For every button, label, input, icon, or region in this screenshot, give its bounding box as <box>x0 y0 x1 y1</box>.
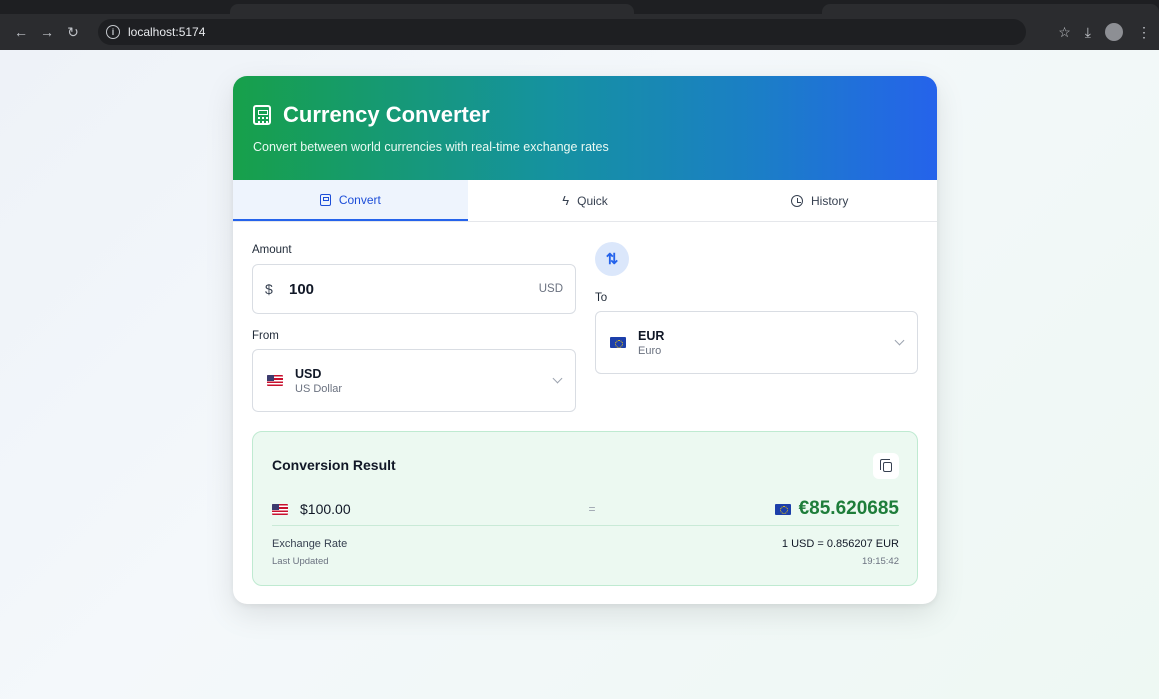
tab-history[interactable]: History <box>702 180 937 221</box>
tab-bar: Convert ϟ Quick History <box>233 180 937 222</box>
calculator-icon <box>319 193 331 206</box>
last-updated-value: 19:15:42 <box>862 556 899 567</box>
swap-arrows-icon: ⇅ <box>605 251 619 268</box>
chevron-down-icon <box>894 335 905 346</box>
swap-button[interactable]: ⇅ <box>595 242 629 276</box>
equals-sign: = <box>588 502 596 516</box>
browser-chrome: ← → ↻ i localhost:5174 ☆ ⤓ ⋮ <box>0 0 1159 50</box>
profile-avatar[interactable] <box>1105 23 1123 41</box>
last-updated-label: Last Updated <box>272 556 329 567</box>
conversion-result-panel: Conversion Result $100.00 = €85.620685 E… <box>252 431 918 586</box>
from-currency-select[interactable]: USD US Dollar <box>252 349 576 412</box>
copy-icon <box>879 459 892 472</box>
exchange-rate-value: 1 USD = 0.856207 EUR <box>781 538 899 550</box>
to-currency-name: Euro <box>638 344 662 357</box>
from-currency-code: USD <box>295 366 322 381</box>
chevron-down-icon <box>552 373 563 384</box>
result-divider <box>272 525 899 526</box>
history-icon <box>791 194 803 207</box>
browser-toolbar: ← → ↻ i localhost:5174 ☆ ⤓ ⋮ <box>0 14 1159 50</box>
address-bar[interactable]: i localhost:5174 <box>98 19 1026 45</box>
to-currency-select[interactable]: EUR Euro <box>595 311 918 374</box>
lightning-icon: ϟ <box>562 193 570 208</box>
forward-icon[interactable]: → <box>36 21 58 43</box>
copy-button[interactable] <box>873 453 899 479</box>
to-currency-code: EUR <box>638 328 665 343</box>
converted-amount: €85.620685 <box>798 498 899 519</box>
page-title: Currency Converter <box>283 102 490 127</box>
source-amount: $100.00 <box>300 501 351 517</box>
us-flag-icon <box>267 375 283 386</box>
converter-card: Currency Converter Convert between world… <box>233 76 937 604</box>
back-icon[interactable]: ← <box>10 21 32 43</box>
calculator-icon <box>253 105 271 125</box>
from-label: From <box>252 330 279 342</box>
from-currency-name: US Dollar <box>295 382 343 395</box>
exchange-rate-label: Exchange Rate <box>272 538 348 550</box>
currency-symbol: $ <box>265 281 273 297</box>
tab-convert[interactable]: Convert <box>233 180 468 221</box>
download-icon[interactable]: ⤓ <box>1085 24 1091 41</box>
amount-input[interactable]: $ 100 USD <box>252 264 576 314</box>
browser-tab[interactable] <box>230 4 634 14</box>
eu-flag-icon <box>610 337 626 348</box>
amount-label: Amount <box>252 244 292 256</box>
amount-currency-code: USD <box>538 283 563 295</box>
tab-label: Convert <box>338 192 381 207</box>
menu-icon[interactable]: ⋮ <box>1137 24 1151 41</box>
bookmark-star-icon[interactable]: ☆ <box>1058 24 1071 41</box>
browser-tab[interactable] <box>822 4 1159 14</box>
tab-label: History <box>811 193 849 208</box>
reload-icon[interactable]: ↻ <box>62 21 84 43</box>
us-flag-icon <box>272 503 288 515</box>
header-banner: Currency Converter Convert between world… <box>233 76 937 180</box>
tab-quick[interactable]: ϟ Quick <box>468 180 703 221</box>
tab-label: Quick <box>577 193 608 208</box>
url-text: localhost:5174 <box>128 25 206 39</box>
to-label: To <box>595 292 608 304</box>
site-info-icon[interactable]: i <box>106 25 120 39</box>
page-subtitle: Convert between world currencies with re… <box>253 140 609 154</box>
tab-strip <box>0 0 1159 14</box>
result-title: Conversion Result <box>272 457 396 473</box>
amount-value[interactable]: 100 <box>289 281 539 298</box>
eu-flag-icon <box>774 503 791 515</box>
